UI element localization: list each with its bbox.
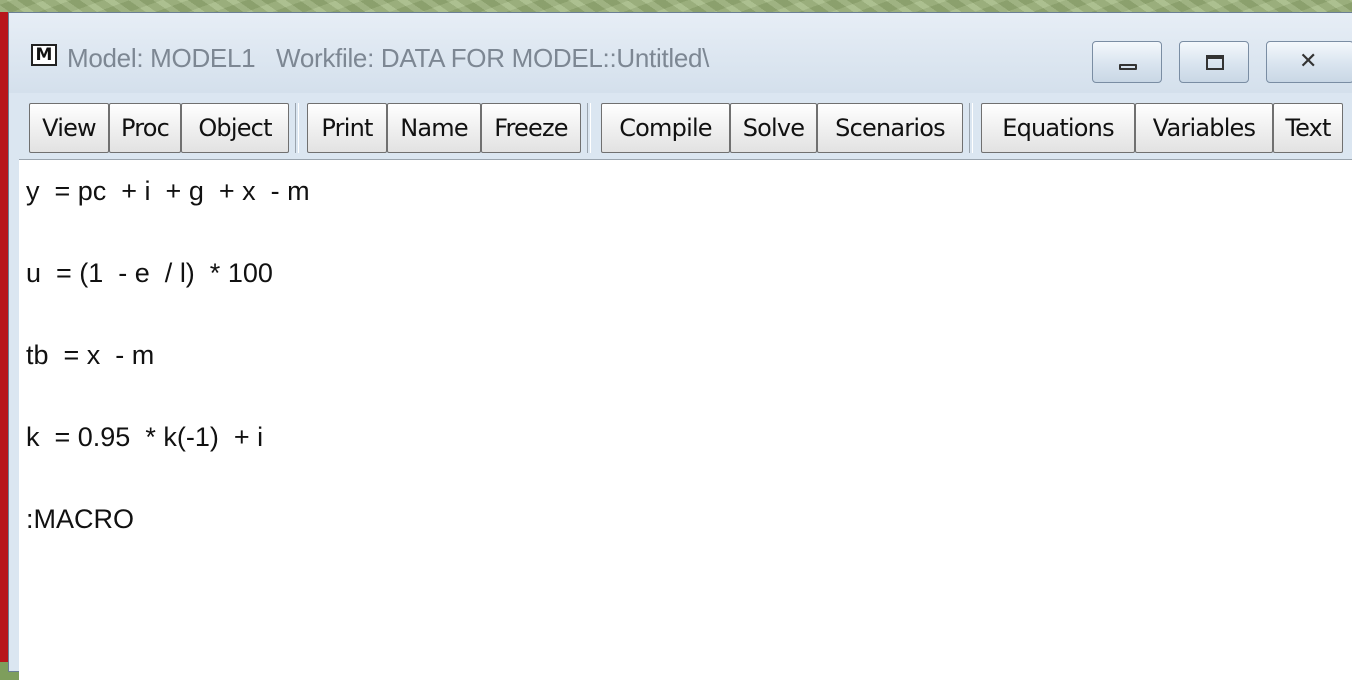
maximize-icon [1206,55,1224,70]
macro-line: :MACRO [26,504,134,534]
compile-button[interactable]: Compile [601,103,730,153]
object-button[interactable]: Object [181,103,289,153]
solve-button[interactable]: Solve [730,103,817,153]
equation-line: tb = x - m [26,340,155,370]
text-button[interactable]: Text [1273,103,1343,153]
minimize-button[interactable] [1092,41,1162,83]
model-text-area[interactable]: y = pc + i + g + x - m u = (1 - e / l) *… [19,159,1352,680]
name-button[interactable]: Name [387,103,481,153]
maximize-button[interactable] [1179,41,1249,83]
print-button[interactable]: Print [307,103,387,153]
minimize-icon [1119,64,1137,70]
close-button[interactable]: ✕ [1266,41,1352,83]
close-icon: ✕ [1299,49,1318,74]
view-button[interactable]: View [29,103,109,153]
proc-button[interactable]: Proc [109,103,181,153]
equation-line: k = 0.95 * k(-1) + i [26,422,264,452]
toolbar-separator [969,103,973,153]
freeze-button[interactable]: Freeze [481,103,581,153]
title-bar[interactable]: M Model: MODEL1 Workfile: DATA FOR MODEL… [9,13,1352,93]
toolbar-separator [295,103,299,153]
model-icon: M [31,44,57,66]
window-title: Model: MODEL1 Workfile: DATA FOR MODEL::… [67,43,710,73]
equation-line: y = pc + i + g + x - m [26,176,310,206]
toolbar: View Proc Object Print Name Freeze Compi… [9,95,1352,157]
variables-button[interactable]: Variables [1135,103,1273,153]
equation-line: u = (1 - e / l) * 100 [26,258,273,288]
equations-button[interactable]: Equations [981,103,1135,153]
scenarios-button[interactable]: Scenarios [817,103,963,153]
model-window: M Model: MODEL1 Workfile: DATA FOR MODEL… [8,12,1352,680]
toolbar-separator [587,103,591,153]
